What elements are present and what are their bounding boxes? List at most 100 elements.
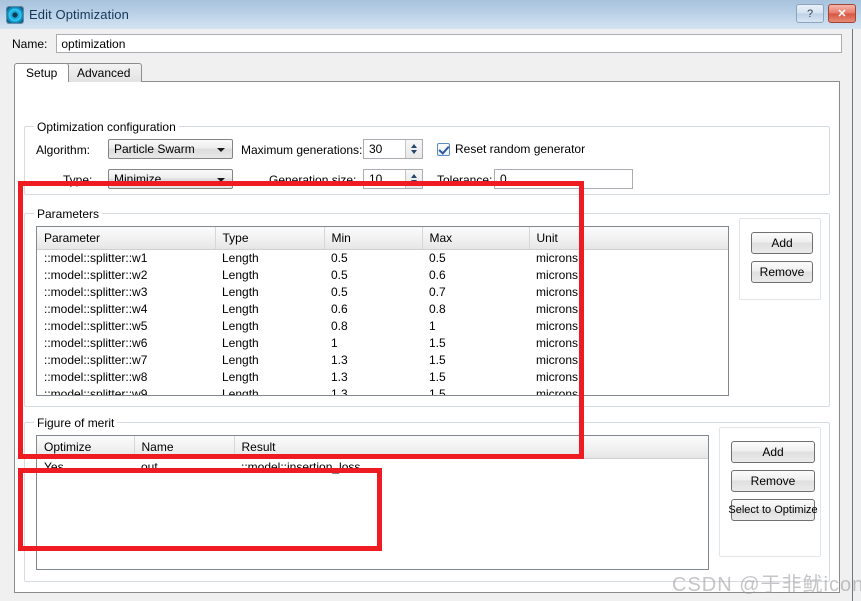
cell-unit: microns <box>529 283 729 300</box>
type-label: Type: <box>63 173 92 187</box>
generation-size-stepper[interactable]: 10 <box>363 169 423 189</box>
column-header-type[interactable]: Type <box>215 227 324 249</box>
cell-type: Length <box>215 300 324 317</box>
parameters-table-header: Parameter Type Min Max Unit <box>37 227 729 249</box>
cell-type: Length <box>215 385 324 396</box>
table-row[interactable]: ::model::splitter::w7Length1.31.5microns <box>37 351 729 368</box>
window-controls: ? ✕ <box>796 4 856 23</box>
window-title: Edit Optimization <box>29 7 129 22</box>
parameters-table[interactable]: Parameter Type Min Max Unit ::model::spl… <box>36 226 729 396</box>
figure-of-merit-group: Figure of merit Optimize Name Result <box>24 422 830 582</box>
column-header-unit[interactable]: Unit <box>529 227 729 249</box>
parameters-remove-button[interactable]: Remove <box>751 261 813 283</box>
parameters-group: Parameters Parameter Type <box>24 213 830 407</box>
window-client-area: Name: Setup Advanced Optimization config… <box>0 29 861 601</box>
cell-min: 0.6 <box>324 300 422 317</box>
table-row[interactable]: ::model::splitter::w9Length1.31.5microns <box>37 385 729 396</box>
figure-of-merit-table-grid: Optimize Name Result Yesout::model::inse… <box>37 436 709 475</box>
tab-strip: Setup Advanced <box>14 63 840 81</box>
optimization-configuration-legend: Optimization configuration <box>34 120 179 134</box>
cell-min: 1 <box>324 334 422 351</box>
cell-min: 0.8 <box>324 317 422 334</box>
table-row[interactable]: ::model::splitter::w5Length0.81microns <box>37 317 729 334</box>
spin-down-icon <box>411 180 417 184</box>
table-row[interactable]: ::model::splitter::w3Length0.50.7microns <box>37 283 729 300</box>
cell-max: 0.5 <box>422 249 529 266</box>
table-row[interactable]: ::model::splitter::w4Length0.60.8microns <box>37 300 729 317</box>
figure-of-merit-add-button[interactable]: Add <box>731 441 815 463</box>
table-row[interactable]: ::model::splitter::w1Length0.50.5microns <box>37 249 729 266</box>
cell-parameter: ::model::splitter::w8 <box>37 368 215 385</box>
tolerance-input[interactable]: 0 <box>494 169 633 189</box>
help-button[interactable]: ? <box>796 4 824 23</box>
cell-max: 1.5 <box>422 334 529 351</box>
table-row[interactable]: Yesout::model::insertion_loss <box>37 458 709 475</box>
figure-of-merit-remove-button[interactable]: Remove <box>731 470 815 492</box>
cell-unit: microns <box>529 351 729 368</box>
maximum-generations-label: Maximum generations: <box>241 143 362 157</box>
maximum-generations-stepper[interactable]: 30 <box>363 139 423 159</box>
cell-unit: microns <box>529 334 729 351</box>
cell-min: 0.5 <box>324 266 422 283</box>
tab-page-setup: Optimization configuration Algorithm: Pa… <box>14 81 840 593</box>
parameters-legend: Parameters <box>34 207 102 221</box>
maximum-generations-spin-buttons[interactable] <box>405 140 422 158</box>
cell-parameter: ::model::splitter::w7 <box>37 351 215 368</box>
cell-parameter: ::model::splitter::w2 <box>37 266 215 283</box>
cell-max: 0.7 <box>422 283 529 300</box>
column-header-optimize[interactable]: Optimize <box>37 436 134 458</box>
name-label: Name: <box>12 37 47 51</box>
edit-optimization-window: Edit Optimization ? ✕ Name: Setup Advanc… <box>0 0 861 601</box>
cell-unit: microns <box>529 385 729 396</box>
title-bar: Edit Optimization ? ✕ <box>0 0 861 29</box>
cell-min: 1.3 <box>324 351 422 368</box>
cell-max: 1 <box>422 317 529 334</box>
table-row[interactable]: ::model::splitter::w8Length1.31.5microns <box>37 368 729 385</box>
name-row: Name: <box>0 29 852 58</box>
figure-of-merit-button-panel: Add Remove Select to Optimize <box>719 427 821 557</box>
column-header-result[interactable]: Result <box>234 436 709 458</box>
cell-max: 1.5 <box>422 385 529 396</box>
figure-of-merit-table-header: Optimize Name Result <box>37 436 709 458</box>
cell-max: 0.8 <box>422 300 529 317</box>
cell-result: ::model::insertion_loss <box>234 458 709 475</box>
spin-up-icon <box>411 174 417 178</box>
generation-size-value: 10 <box>364 172 405 186</box>
generation-size-spin-buttons[interactable] <box>405 170 422 188</box>
cell-type: Length <box>215 283 324 300</box>
algorithm-label: Algorithm: <box>36 143 90 157</box>
cell-optimize: Yes <box>37 458 134 475</box>
tab-advanced[interactable]: Advanced <box>65 63 142 82</box>
spin-down-icon <box>411 150 417 154</box>
cell-type: Length <box>215 351 324 368</box>
table-row[interactable]: ::model::splitter::w2Length0.50.6microns <box>37 266 729 283</box>
parameters-button-panel: Add Remove <box>739 218 821 300</box>
parameters-table-grid: Parameter Type Min Max Unit ::model::spl… <box>37 227 729 396</box>
column-header-parameter[interactable]: Parameter <box>37 227 215 249</box>
cell-min: 0.5 <box>324 283 422 300</box>
reset-random-generator-label: Reset random generator <box>455 142 585 156</box>
cell-parameter: ::model::splitter::w5 <box>37 317 215 334</box>
algorithm-select[interactable]: Particle Swarm <box>108 139 233 159</box>
figure-of-merit-legend: Figure of merit <box>34 416 117 430</box>
cell-name: out <box>134 458 234 475</box>
select-to-optimize-button[interactable]: Select to Optimize <box>731 499 815 521</box>
name-input[interactable] <box>56 34 842 53</box>
close-button[interactable]: ✕ <box>828 4 856 23</box>
cell-parameter: ::model::splitter::w1 <box>37 249 215 266</box>
type-select[interactable]: Minimize <box>108 169 233 189</box>
reset-random-generator-checkbox[interactable]: Reset random generator <box>437 142 585 156</box>
cell-type: Length <box>215 317 324 334</box>
maximum-generations-value: 30 <box>364 142 405 156</box>
table-row[interactable]: ::model::splitter::w6Length11.5microns <box>37 334 729 351</box>
cell-min: 0.5 <box>324 249 422 266</box>
column-header-min[interactable]: Min <box>324 227 422 249</box>
tab-setup[interactable]: Setup <box>14 63 69 82</box>
column-header-max[interactable]: Max <box>422 227 529 249</box>
parameters-add-button[interactable]: Add <box>751 232 813 254</box>
cell-min: 1.3 <box>324 385 422 396</box>
figure-of-merit-table[interactable]: Optimize Name Result Yesout::model::inse… <box>36 435 709 570</box>
cell-parameter: ::model::splitter::w3 <box>37 283 215 300</box>
type-value: Minimize <box>114 172 161 186</box>
column-header-name[interactable]: Name <box>134 436 234 458</box>
